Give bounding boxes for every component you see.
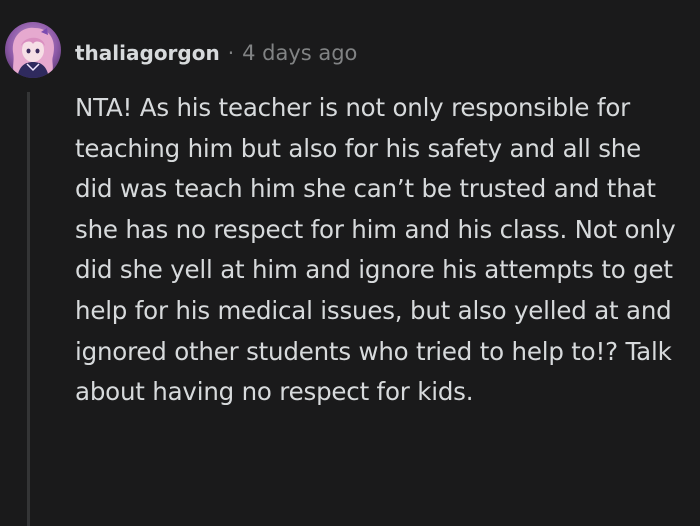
user-avatar-icon[interactable] — [5, 22, 61, 78]
comment-body: NTA! As his teacher is not only responsi… — [75, 93, 676, 407]
comment-card: thaliagorgon · 4 days ago NTA! As his te… — [0, 0, 700, 526]
comment-header: thaliagorgon · 4 days ago — [75, 36, 357, 70]
thread-collapse-line[interactable] — [27, 92, 30, 526]
comment-timestamp[interactable]: 4 days ago — [242, 41, 357, 65]
username-link[interactable]: thaliagorgon — [75, 41, 220, 65]
meta-separator: · — [227, 41, 235, 65]
